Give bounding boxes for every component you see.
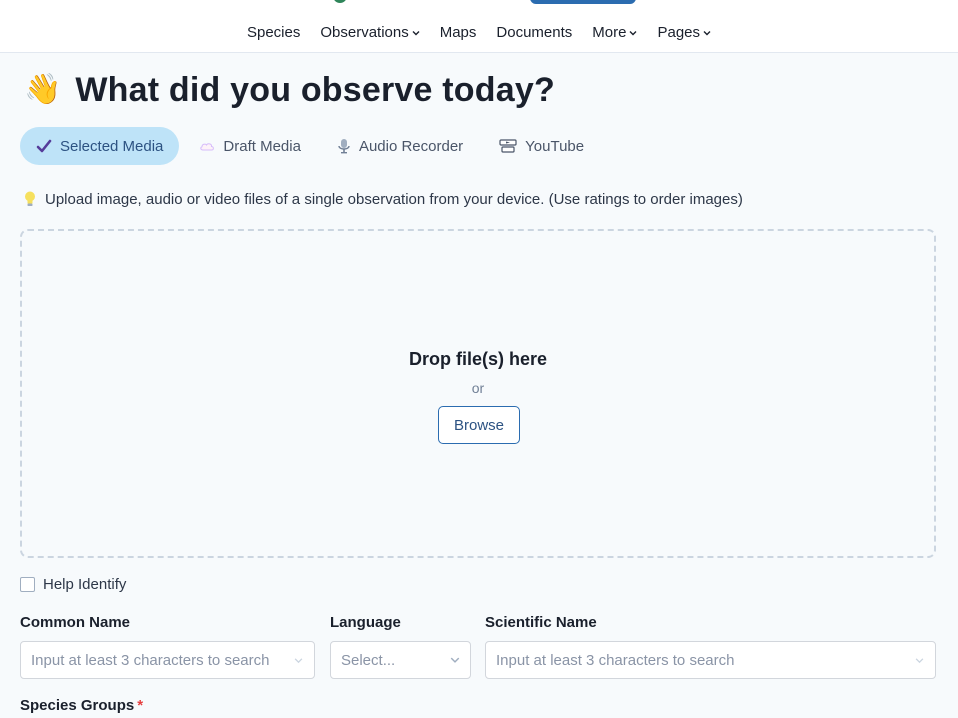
check-icon xyxy=(36,138,52,154)
chevron-down-icon xyxy=(703,29,711,37)
language-select[interactable]: Select... xyxy=(330,641,471,679)
browse-button[interactable]: Browse xyxy=(438,406,520,444)
language-label: Language xyxy=(330,614,401,631)
cloud-icon xyxy=(199,140,215,152)
header-button[interactable] xyxy=(530,0,636,4)
page-header: 👋 What did you observe today? xyxy=(24,70,555,110)
nav-item-maps[interactable]: Maps xyxy=(430,22,487,44)
common-name-input[interactable]: Input at least 3 characters to search xyxy=(20,641,315,679)
nav-item-label: More xyxy=(592,24,627,41)
tab-label: Audio Recorder xyxy=(358,137,464,155)
species-groups-label: Species Groups * xyxy=(20,697,143,714)
chevron-down-icon xyxy=(412,29,420,37)
help-identify-label: Help Identify xyxy=(43,576,127,593)
tab-label: YouTube xyxy=(525,137,585,155)
tab-label: Draft Media xyxy=(223,137,301,155)
nav-item-label: Pages xyxy=(657,24,701,41)
chevron-down-icon xyxy=(629,29,637,37)
logo[interactable] xyxy=(333,0,347,3)
main-nav: Species Observations Maps Documents More… xyxy=(0,22,958,44)
chevron-down-icon xyxy=(450,655,460,665)
nav-item-label: Documents xyxy=(496,24,573,41)
nav-item-observations[interactable]: Observations xyxy=(310,22,429,44)
file-dropzone[interactable]: Drop file(s) here or Browse xyxy=(20,229,936,558)
lightbulb-icon xyxy=(23,190,37,208)
common-name-label: Common Name xyxy=(20,614,131,631)
help-identify-checkbox[interactable] xyxy=(20,577,35,592)
microphone-icon xyxy=(337,138,351,154)
language-placeholder: Select... xyxy=(341,651,396,669)
media-tabs: Selected Media Draft Media Audio Recorde… xyxy=(20,127,600,165)
dropzone-title: Drop file(s) here xyxy=(408,349,548,369)
tab-audio-recorder[interactable]: Audio Recorder xyxy=(321,127,479,165)
common-name-placeholder: Input at least 3 characters to search xyxy=(31,651,270,669)
tab-selected-media[interactable]: Selected Media xyxy=(20,127,180,165)
tab-draft-media[interactable]: Draft Media xyxy=(183,127,317,165)
nav-item-more[interactable]: More xyxy=(582,22,647,44)
species-groups-label-text: Species Groups xyxy=(20,697,135,714)
nav-item-label: Observations xyxy=(320,24,409,41)
youtube-icon xyxy=(499,139,517,153)
required-mark: * xyxy=(137,697,144,714)
scientific-name-input[interactable]: Input at least 3 characters to search xyxy=(485,641,936,679)
nav-item-pages[interactable]: Pages xyxy=(647,22,721,44)
chevron-down-icon xyxy=(294,655,304,665)
scientific-name-placeholder: Input at least 3 characters to search xyxy=(496,651,735,669)
waving-hand-icon: 👋 xyxy=(24,73,62,106)
upload-hint-text: Upload image, audio or video files of a … xyxy=(45,190,743,208)
top-navbar: Species Observations Maps Documents More… xyxy=(0,0,958,53)
tab-youtube[interactable]: YouTube xyxy=(483,127,600,165)
scientific-name-label: Scientific Name xyxy=(485,614,597,631)
upload-hint: Upload image, audio or video files of a … xyxy=(23,190,743,208)
help-identify[interactable]: Help Identify xyxy=(20,576,126,593)
nav-item-documents[interactable]: Documents xyxy=(486,22,582,44)
tab-label: Selected Media xyxy=(60,137,164,155)
nav-item-species[interactable]: Species xyxy=(237,22,310,44)
nav-item-label: Maps xyxy=(439,24,477,41)
dropzone-or: or xyxy=(471,380,485,396)
page-title: What did you observe today? xyxy=(75,70,555,109)
nav-item-label: Species xyxy=(246,24,301,41)
chevron-down-icon xyxy=(915,655,925,665)
